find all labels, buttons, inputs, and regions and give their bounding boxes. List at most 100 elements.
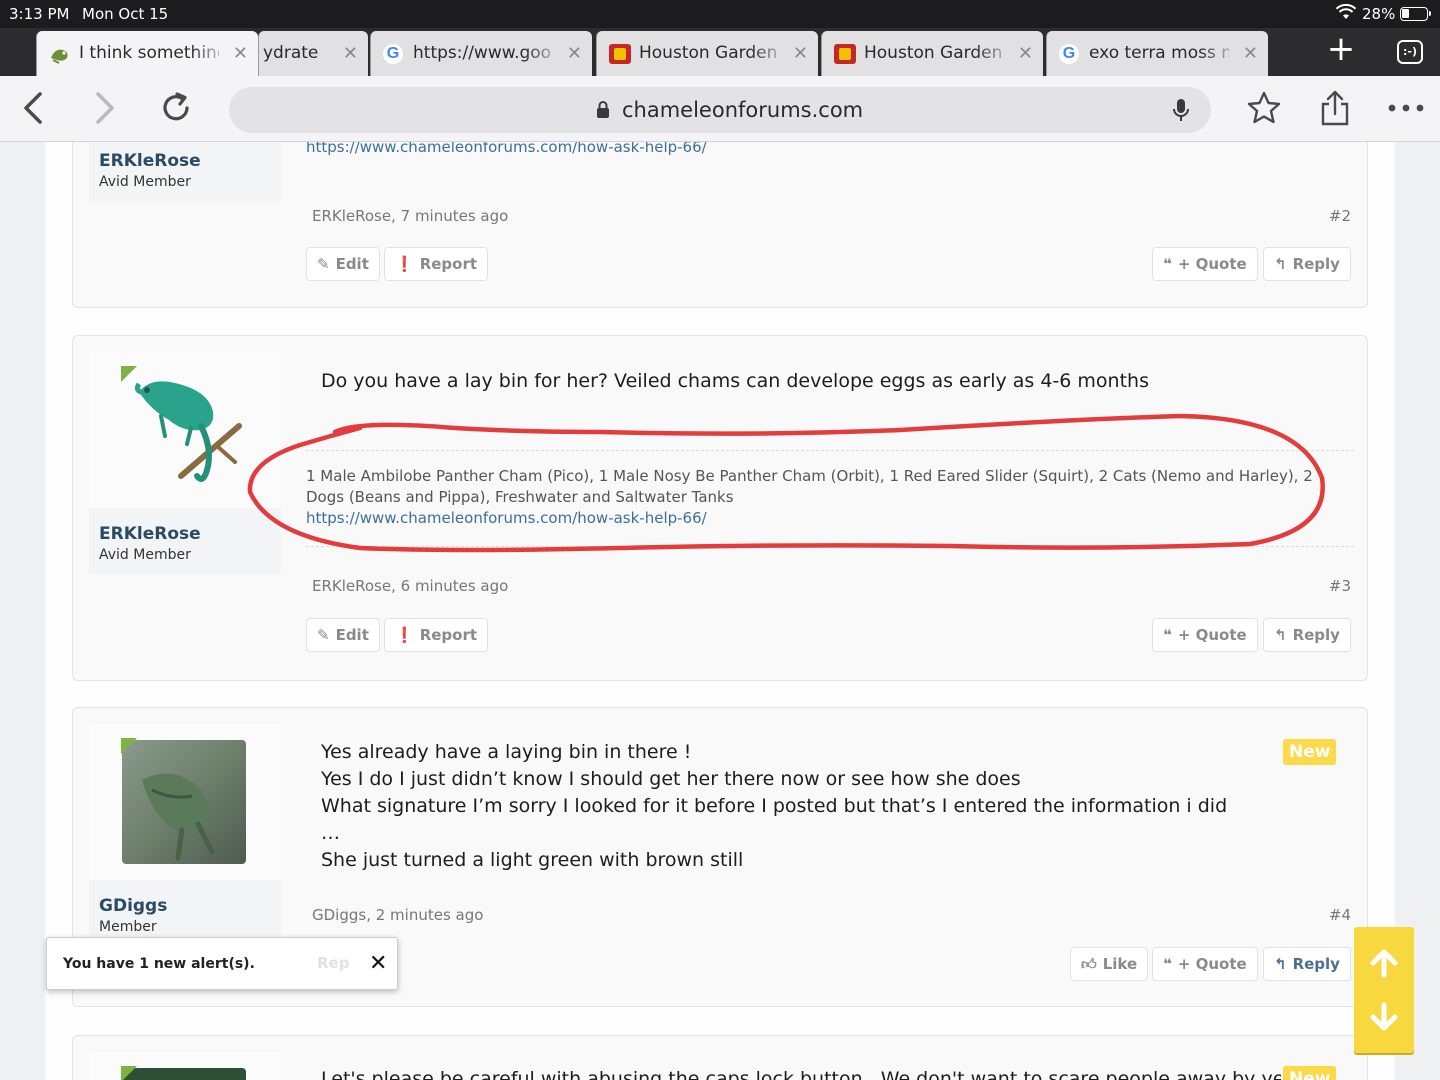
scroll-up-arrow-icon[interactable] [1368, 947, 1400, 979]
user-title: Avid Member [99, 174, 191, 190]
user-info: ERKleRose Avid Member [89, 143, 281, 201]
alert-message[interactable]: You have 1 new alert(s). [63, 956, 255, 972]
more-options-icon[interactable] [1388, 90, 1424, 126]
reply-button[interactable]: ↰ Reply [1263, 247, 1351, 281]
username[interactable]: GDiggs [99, 896, 167, 916]
pencil-icon: ✎ [317, 626, 330, 644]
online-indicator [121, 738, 137, 754]
avatar[interactable] [89, 352, 281, 508]
scroll-down-arrow-icon[interactable] [1368, 1001, 1400, 1033]
signature-text: 1 Male Ambilobe Panther Cham (Pico), 1 M… [306, 467, 1313, 506]
status-time: 3:13 PM [9, 5, 70, 23]
message-line: Yes I do I just didn’t know I should get… [321, 768, 1021, 790]
alert-notification[interactable]: You have 1 new alert(s). Rep ✕ [46, 937, 398, 990]
avatar[interactable] [122, 1068, 246, 1080]
tab-switcher-icon[interactable]: :-) [1397, 40, 1423, 64]
new-badge: New [1283, 1066, 1337, 1080]
battery-icon [1400, 7, 1431, 21]
bookmark-star-icon[interactable] [1246, 90, 1282, 126]
houston-garden-icon [834, 44, 856, 64]
post-number[interactable]: #2 [1329, 207, 1351, 225]
quote-icon: ❝ [1163, 626, 1172, 644]
tab-strip: I think something ✕ ydrate ✕ G https://w… [0, 28, 1440, 76]
quote-icon: ❝ [1163, 955, 1172, 973]
user-info [89, 1052, 281, 1080]
new-badge: New [1283, 739, 1337, 765]
wifi-icon [1336, 4, 1356, 19]
username[interactable]: ERKleRose [99, 524, 201, 544]
post-meta[interactable]: ERKleRose, 6 minutes ago [312, 577, 508, 595]
chameleon-avatar-image [134, 381, 242, 482]
post-meta[interactable]: GDiggs, 2 minutes ago [312, 906, 483, 924]
post-number[interactable]: #4 [1329, 906, 1351, 924]
close-tab-icon[interactable]: ✕ [793, 43, 808, 64]
avatar[interactable] [89, 724, 281, 880]
tab-4[interactable]: Houston Garden ✕ [596, 31, 818, 76]
new-tab-plus-icon[interactable]: + [1326, 32, 1356, 66]
google-icon: G [383, 44, 403, 64]
tab-2[interactable]: ydrate ✕ [258, 31, 368, 76]
reply-button[interactable]: ↰ Reply [1263, 618, 1351, 652]
quote-button[interactable]: ❝ + Quote [1152, 618, 1258, 652]
user-title: Avid Member [99, 547, 191, 563]
post-5: Let's please be careful with abusing the… [72, 1035, 1368, 1080]
quote-button[interactable]: ❝ + Quote [1152, 947, 1258, 981]
back-arrow-icon[interactable] [16, 90, 52, 126]
reply-arrow-icon: ↰ [1274, 255, 1287, 273]
quote-icon: ❝ [1163, 255, 1172, 273]
tab-5[interactable]: Houston Garden ✕ [821, 31, 1043, 76]
pencil-icon: ✎ [317, 255, 330, 273]
message-line: What signature I’m sorry I looked for it… [321, 795, 1228, 817]
address-bar[interactable]: chameleonforums.com [229, 87, 1211, 133]
battery-percent: 28% [1362, 5, 1396, 23]
status-date: Mon Oct 15 [82, 5, 169, 23]
signature: https://www.chameleonforums.com/how-ask-… [306, 142, 1316, 158]
user-info: ERKleRose Avid Member [89, 352, 281, 574]
post-message: Do you have a lay bin for her? Veiled ch… [321, 370, 1149, 392]
status-bar: 3:13 PM Mon Oct 15 28% [0, 0, 1440, 28]
chameleon-photo-avatar [122, 740, 246, 864]
alert-circle-icon: ❗ [395, 255, 414, 273]
reply-arrow-icon: ↰ [1274, 626, 1287, 644]
close-tab-icon[interactable]: ✕ [567, 43, 582, 64]
lock-icon [597, 101, 609, 118]
tab-title: ydrate [263, 43, 319, 63]
reload-icon[interactable] [158, 90, 194, 126]
close-tab-icon[interactable]: ✕ [233, 43, 248, 64]
report-button[interactable]: ❗ Report [384, 247, 489, 281]
username[interactable]: ERKleRose [99, 151, 201, 171]
edit-button[interactable]: ✎ Edit [306, 618, 380, 652]
scroll-widget [1354, 927, 1414, 1053]
share-icon[interactable] [1317, 90, 1353, 126]
post-message: Let's please be careful with abusing the… [321, 1068, 1281, 1080]
edit-button[interactable]: ✎ Edit [306, 247, 380, 281]
thumbs-up-icon: 👍︎ [1081, 955, 1097, 973]
reply-button[interactable]: ↰ Reply [1263, 947, 1351, 981]
post-message: Yes already have a laying bin in there !… [321, 739, 1241, 874]
close-alert-icon[interactable]: ✕ [369, 951, 387, 976]
message-line: She just turned a light green with brown… [321, 849, 744, 871]
alert-circle-icon: ❗ [395, 626, 414, 644]
close-tab-icon[interactable]: ✕ [343, 43, 358, 64]
post-meta[interactable]: ERKleRose, 7 minutes ago [312, 207, 508, 225]
post-number[interactable]: #3 [1329, 577, 1351, 595]
user-title: Member [99, 919, 157, 935]
url-text: chameleonforums.com [622, 98, 864, 122]
close-tab-icon[interactable]: ✕ [1243, 43, 1258, 64]
report-button[interactable]: ❗ Report [384, 618, 489, 652]
tab-6[interactable]: G exo terra moss m ✕ [1046, 31, 1268, 76]
tab-3[interactable]: G https://www.goo ✕ [370, 31, 592, 76]
forward-arrow-icon[interactable] [86, 90, 122, 126]
tab-1[interactable]: I think something ✕ [36, 31, 258, 76]
reply-arrow-icon: ↰ [1274, 955, 1287, 973]
microphone-icon[interactable] [1173, 98, 1189, 122]
signature-link[interactable]: https://www.chameleonforums.com/how-ask-… [306, 142, 707, 156]
google-icon: G [1059, 44, 1079, 64]
close-tab-icon[interactable]: ✕ [1018, 43, 1033, 64]
signature-link[interactable]: https://www.chameleonforums.com/how-ask-… [306, 508, 1316, 529]
quote-button[interactable]: ❝ + Quote [1152, 247, 1258, 281]
like-button[interactable]: 👍︎ Like [1070, 947, 1149, 981]
signature: 1 Male Ambilobe Panther Cham (Pico), 1 M… [306, 466, 1316, 529]
message-line: … [321, 822, 340, 844]
user-info: GDiggs Member [89, 724, 281, 939]
